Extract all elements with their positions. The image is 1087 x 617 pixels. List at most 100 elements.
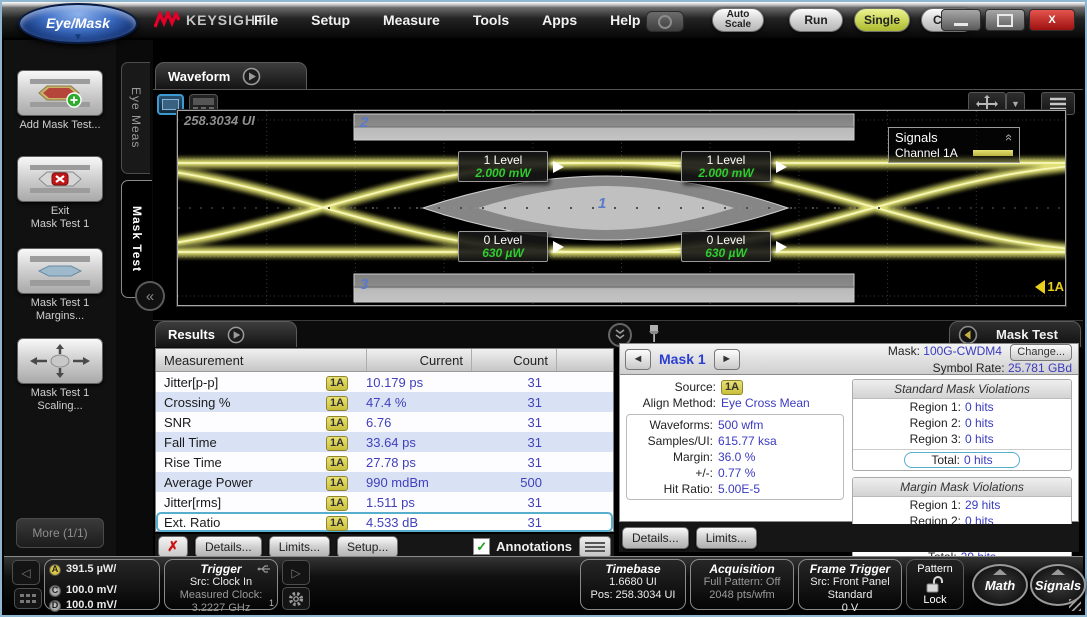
mask-stats-box: Waveforms:500 wfm Samples/UI:615.77 ksa … bbox=[626, 414, 844, 500]
delete-measurement-button[interactable]: ✗ bbox=[158, 536, 188, 558]
table-row[interactable]: Jitter[rms] 1A 1.511 ps 31 bbox=[156, 492, 613, 512]
align-method-label: Align Method: bbox=[620, 395, 721, 411]
change-mask-button[interactable]: Change... bbox=[1010, 344, 1072, 361]
table-row[interactable]: Jitter[p-p] 1A 10.179 ps 31 bbox=[156, 372, 613, 392]
results-limits-button[interactable]: Limits... bbox=[269, 536, 330, 558]
triangle-up-icon bbox=[993, 569, 1007, 575]
source-badge: 1A bbox=[326, 496, 348, 511]
one-level-annotation-left: 1 Level 2.000 mW bbox=[458, 151, 548, 182]
marker-triangle-icon bbox=[1035, 280, 1045, 294]
resize-grip[interactable] bbox=[1069, 599, 1081, 611]
triangle-up-icon bbox=[1051, 569, 1065, 575]
menu-bar: File Setup Measure Tools Apps Help bbox=[254, 2, 640, 38]
table-row-selected[interactable]: Ext. Ratio 1A 4.533 dB 31 bbox=[156, 512, 613, 532]
pattern-lock-button[interactable]: Pattern Lock bbox=[906, 559, 964, 610]
source-label: Source: bbox=[620, 379, 721, 395]
main-area: Waveform ▼ bbox=[153, 40, 1083, 556]
circle-arrow-left-icon[interactable] bbox=[958, 325, 978, 345]
table-row[interactable]: Crossing % 1A 47.4 % 31 bbox=[156, 392, 613, 412]
mask-details-button[interactable]: Details... bbox=[622, 527, 689, 549]
source-badge: 1A bbox=[326, 376, 348, 391]
add-mask-test-button[interactable]: Add Mask Test... bbox=[14, 70, 106, 132]
table-row[interactable]: SNR 1A 6.76 31 bbox=[156, 412, 613, 432]
standard-total-highlight: Total: 0 hits bbox=[904, 452, 1019, 468]
menu-measure[interactable]: Measure bbox=[383, 12, 440, 28]
table-row[interactable]: Rise Time 1A 27.78 ps 31 bbox=[156, 452, 613, 472]
margin-violations-box: Margin Mask Violations Region 1:29 hits … bbox=[852, 477, 1072, 567]
channel-c-icon: C bbox=[49, 585, 61, 597]
scroll-left-button[interactable]: ◁ bbox=[12, 560, 40, 585]
tab-eye-meas[interactable]: Eye Meas bbox=[121, 62, 150, 174]
signals-legend[interactable]: Signals « Channel 1A bbox=[888, 127, 1020, 163]
exit-mask-test-button[interactable]: Exit Mask Test 1 bbox=[14, 156, 106, 231]
channels-panel[interactable]: A 391.5 µW/ C 100.0 mV/ D 100.0 mV/ bbox=[44, 559, 160, 610]
mask-test-body: Source: 1A Align Method: Eye Cross Mean … bbox=[619, 375, 1079, 522]
arrow-right-icon bbox=[776, 161, 787, 173]
mask-region-1-label: 1 bbox=[598, 195, 606, 212]
single-button[interactable]: Single bbox=[854, 8, 910, 32]
menu-tools[interactable]: Tools bbox=[473, 12, 509, 28]
exit-mask-icon bbox=[29, 162, 91, 196]
channel-1a-marker: 1A bbox=[1035, 279, 1064, 294]
title-bar: KEYSIGHT File Setup Measure Tools Apps H… bbox=[2, 2, 1085, 38]
source-badge: 1A bbox=[326, 436, 348, 451]
eye-diagram-display[interactable]: 258.3034 UI 2 3 1 1 Level 2.000 mW 1 Lev… bbox=[177, 110, 1066, 306]
source-badge: 1A bbox=[326, 516, 348, 531]
pin-icon[interactable] bbox=[647, 324, 661, 344]
menu-setup[interactable]: Setup bbox=[311, 12, 350, 28]
math-button[interactable]: Math bbox=[972, 564, 1028, 606]
acquisition-panel[interactable]: Acquisition Full Pattern: Off 2048 pts/w… bbox=[690, 559, 794, 610]
legend-channel-label: Channel 1A bbox=[895, 146, 958, 160]
table-row[interactable]: Average Power 1A 990 mdBm 500 bbox=[156, 472, 613, 492]
zero-level-annotation-right: 0 Level 630 µW bbox=[681, 231, 771, 262]
usb-icon bbox=[257, 564, 273, 574]
channel-color-swatch bbox=[973, 150, 1013, 156]
waveform-tab[interactable]: Waveform bbox=[155, 62, 307, 89]
status-bar: ◁ A 391.5 µW/ C 100.0 mV/ D 100.0 mV/ Tr… bbox=[4, 556, 1083, 613]
play-icon[interactable] bbox=[242, 67, 261, 86]
scaling-icon bbox=[29, 344, 91, 378]
prev-mask-button[interactable]: ◄ bbox=[625, 349, 651, 370]
mask-scaling-button[interactable]: Mask Test 1 Scaling... bbox=[14, 338, 106, 413]
close-button[interactable]: X bbox=[1029, 9, 1075, 31]
source-badge: 1A bbox=[721, 380, 743, 395]
align-method-value: Eye Cross Mean bbox=[721, 395, 810, 411]
add-mask-icon bbox=[29, 76, 91, 110]
symbol-rate-label: Symbol Rate: bbox=[933, 361, 1005, 375]
results-setup-button[interactable]: Setup... bbox=[337, 536, 398, 558]
auto-scale-button[interactable]: Auto Scale bbox=[712, 8, 764, 32]
trigger-panel[interactable]: Trigger Src: Clock In Measured Clock: 3.… bbox=[164, 559, 278, 610]
next-mask-button[interactable]: ► bbox=[714, 349, 740, 370]
table-layout-button[interactable] bbox=[579, 536, 611, 558]
results-tab[interactable]: Results bbox=[155, 321, 297, 347]
channel-grid-button[interactable] bbox=[14, 588, 42, 609]
eye-mask-app-button[interactable]: Eye/Mask ▼ bbox=[18, 3, 138, 44]
play-icon[interactable] bbox=[227, 326, 245, 344]
legend-title: Signals bbox=[895, 130, 938, 145]
minimize-button[interactable] bbox=[941, 9, 981, 31]
scroll-right-button[interactable]: ▷ bbox=[282, 560, 310, 585]
source-badge: 1A bbox=[326, 476, 348, 491]
mask-test-panel: ◄ Mask 1 ► Mask: 100G-CWDM4 Change... Sy… bbox=[619, 343, 1079, 552]
settings-gear-button[interactable] bbox=[282, 587, 310, 610]
menu-file[interactable]: File bbox=[254, 12, 278, 28]
table-row[interactable]: Fall Time 1A 33.64 ps 31 bbox=[156, 432, 613, 452]
standard-violations-box: Standard Mask Violations Region 1:0 hits… bbox=[852, 379, 1072, 471]
more-button[interactable]: More (1/1) bbox=[16, 518, 104, 548]
mask-limits-button[interactable]: Limits... bbox=[696, 527, 757, 549]
collapse-up-icon[interactable]: « bbox=[1002, 134, 1017, 141]
arrow-right-icon bbox=[553, 241, 564, 253]
results-details-button[interactable]: Details... bbox=[195, 536, 262, 558]
keysight-spark-icon bbox=[154, 11, 180, 29]
annotations-toggle[interactable]: ✓ Annotations bbox=[473, 538, 572, 555]
sidebar-collapse-button[interactable]: « bbox=[135, 281, 165, 311]
maximize-button[interactable] bbox=[985, 9, 1025, 31]
timebase-panel[interactable]: Timebase 1.6680 UI Pos: 258.3034 UI bbox=[580, 559, 686, 610]
menu-apps[interactable]: Apps bbox=[542, 12, 577, 28]
checkbox-checked-icon[interactable]: ✓ bbox=[473, 538, 490, 555]
frame-trigger-panel[interactable]: Frame Trigger Src: Front Panel Standard … bbox=[798, 559, 902, 610]
menu-help[interactable]: Help bbox=[610, 12, 640, 28]
run-button[interactable]: Run bbox=[789, 8, 843, 32]
mask-margins-button[interactable]: Mask Test 1 Margins... bbox=[14, 248, 106, 323]
screenshot-camera-icon[interactable] bbox=[646, 11, 684, 32]
